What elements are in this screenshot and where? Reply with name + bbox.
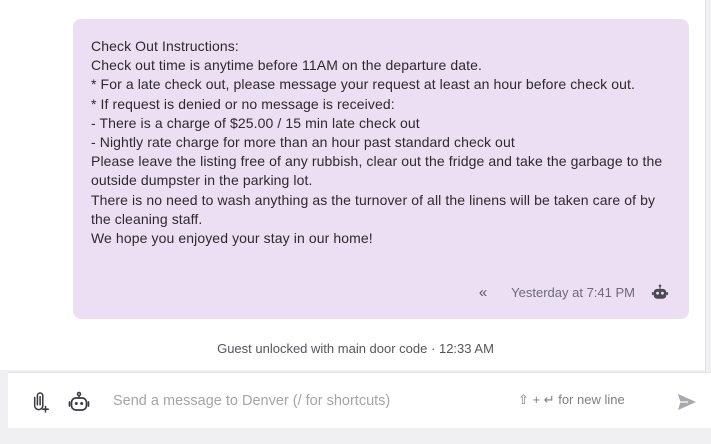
send-icon[interactable] [676, 391, 698, 413]
event-text: Guest unlocked with main door code [217, 341, 428, 356]
newline-hint: ⇧ + ↵ for new line [518, 392, 625, 407]
scrollbar[interactable] [705, 0, 711, 372]
paperclip-add-icon[interactable] [32, 391, 50, 413]
message-meta: « Yesterday at 7:41 PM [479, 283, 669, 301]
activity-event: Guest unlocked with main door code · 12:… [0, 341, 711, 356]
event-time: 12:33 AM [438, 341, 494, 356]
message-composer: ⇧ + ↵ for new line [8, 372, 711, 428]
robot-icon [651, 283, 669, 301]
message-thread: Check Out Instructions: Check out time i… [0, 0, 705, 370]
double-chevron-left-icon[interactable]: « [479, 285, 487, 300]
message-text: Check Out Instructions: Check out time i… [91, 38, 663, 247]
message-input[interactable] [111, 383, 505, 419]
message-bubble: Check Out Instructions: Check out time i… [73, 19, 689, 319]
message-timestamp: Yesterday at 7:41 PM [511, 284, 635, 300]
event-separator: · [431, 341, 436, 356]
robot-icon[interactable] [68, 391, 90, 413]
